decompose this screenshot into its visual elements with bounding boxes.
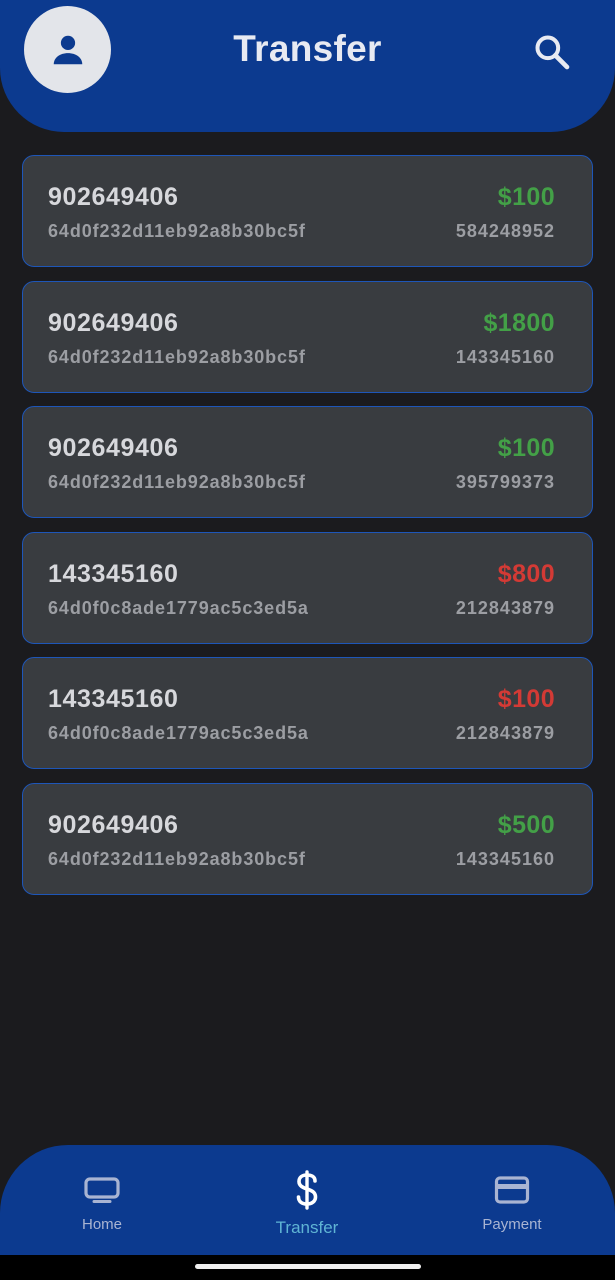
- home-indicator[interactable]: [195, 1264, 421, 1269]
- account-number: 902649406: [48, 308, 179, 337]
- transfer-amount: $100: [497, 434, 555, 462]
- search-button[interactable]: [530, 30, 574, 74]
- account-number: 143345160: [48, 685, 179, 713]
- transaction-id: 64d0f232d11eb92a8b30bc5f: [48, 848, 306, 869]
- nav-label-transfer: Transfer: [275, 1218, 339, 1237]
- transfer-card[interactable]: 902649406 64d0f232d11eb92a8b30bc5f $100 …: [22, 155, 593, 267]
- transfer-amount: $800: [497, 559, 555, 588]
- transfer-screen: Transfer 902649406 64d0f232d11eb92a8b30b…: [0, 0, 615, 1280]
- counterparty-account: 143345160: [455, 848, 555, 869]
- account-number: 902649406: [48, 183, 179, 211]
- counterparty-account: 212843879: [455, 723, 555, 743]
- transfer-amount: $100: [497, 183, 555, 211]
- counterparty-account: 395799373: [455, 472, 555, 492]
- account-number: 143345160: [48, 559, 179, 588]
- transfer-amount: $100: [497, 685, 555, 713]
- counterparty-account: 212843879: [455, 597, 555, 618]
- transfer-amount: $500: [497, 810, 555, 839]
- transaction-id: 64d0f232d11eb92a8b30bc5f: [48, 221, 306, 241]
- app-header: Transfer: [0, 0, 615, 132]
- transaction-id: 64d0f0c8ade1779ac5c3ed5a: [48, 597, 309, 618]
- counterparty-account: 143345160: [455, 346, 555, 367]
- bottom-navigation: Home Transfer Payment: [0, 1145, 615, 1255]
- transaction-id: 64d0f0c8ade1779ac5c3ed5a: [48, 723, 309, 743]
- nav-item-transfer[interactable]: Transfer: [232, 1145, 382, 1255]
- transfer-card[interactable]: 143345160 64d0f0c8ade1779ac5c3ed5a $100 …: [22, 657, 593, 769]
- account-number: 902649406: [48, 434, 179, 462]
- nav-label-payment: Payment: [482, 1216, 542, 1233]
- transfer-amount: $1800: [483, 308, 555, 337]
- transfer-card[interactable]: 902649406 64d0f232d11eb92a8b30bc5f $100 …: [22, 406, 593, 518]
- transaction-id: 64d0f232d11eb92a8b30bc5f: [48, 472, 306, 492]
- counterparty-account: 584248952: [455, 221, 555, 241]
- transfer-list: 902649406 64d0f232d11eb92a8b30bc5f $100 …: [22, 155, 593, 908]
- nav-label-home: Home: [81, 1216, 122, 1233]
- credit-card-icon: [494, 1176, 530, 1204]
- search-icon: [535, 35, 570, 70]
- transfer-card[interactable]: 143345160 64d0f0c8ade1779ac5c3ed5a $800 …: [22, 531, 593, 644]
- page-title: Transfer: [233, 28, 382, 69]
- transfer-card[interactable]: 902649406 64d0f232d11eb92a8b30bc5f $500 …: [22, 782, 593, 895]
- tv-icon: [84, 1177, 120, 1203]
- transaction-id: 64d0f232d11eb92a8b30bc5f: [48, 346, 306, 367]
- nav-item-payment[interactable]: Payment: [437, 1145, 587, 1255]
- nav-item-home[interactable]: Home: [27, 1145, 177, 1255]
- dollar-icon: [296, 1170, 318, 1210]
- account-number: 902649406: [48, 810, 179, 839]
- transfer-card[interactable]: 902649406 64d0f232d11eb92a8b30bc5f $1800…: [22, 280, 593, 393]
